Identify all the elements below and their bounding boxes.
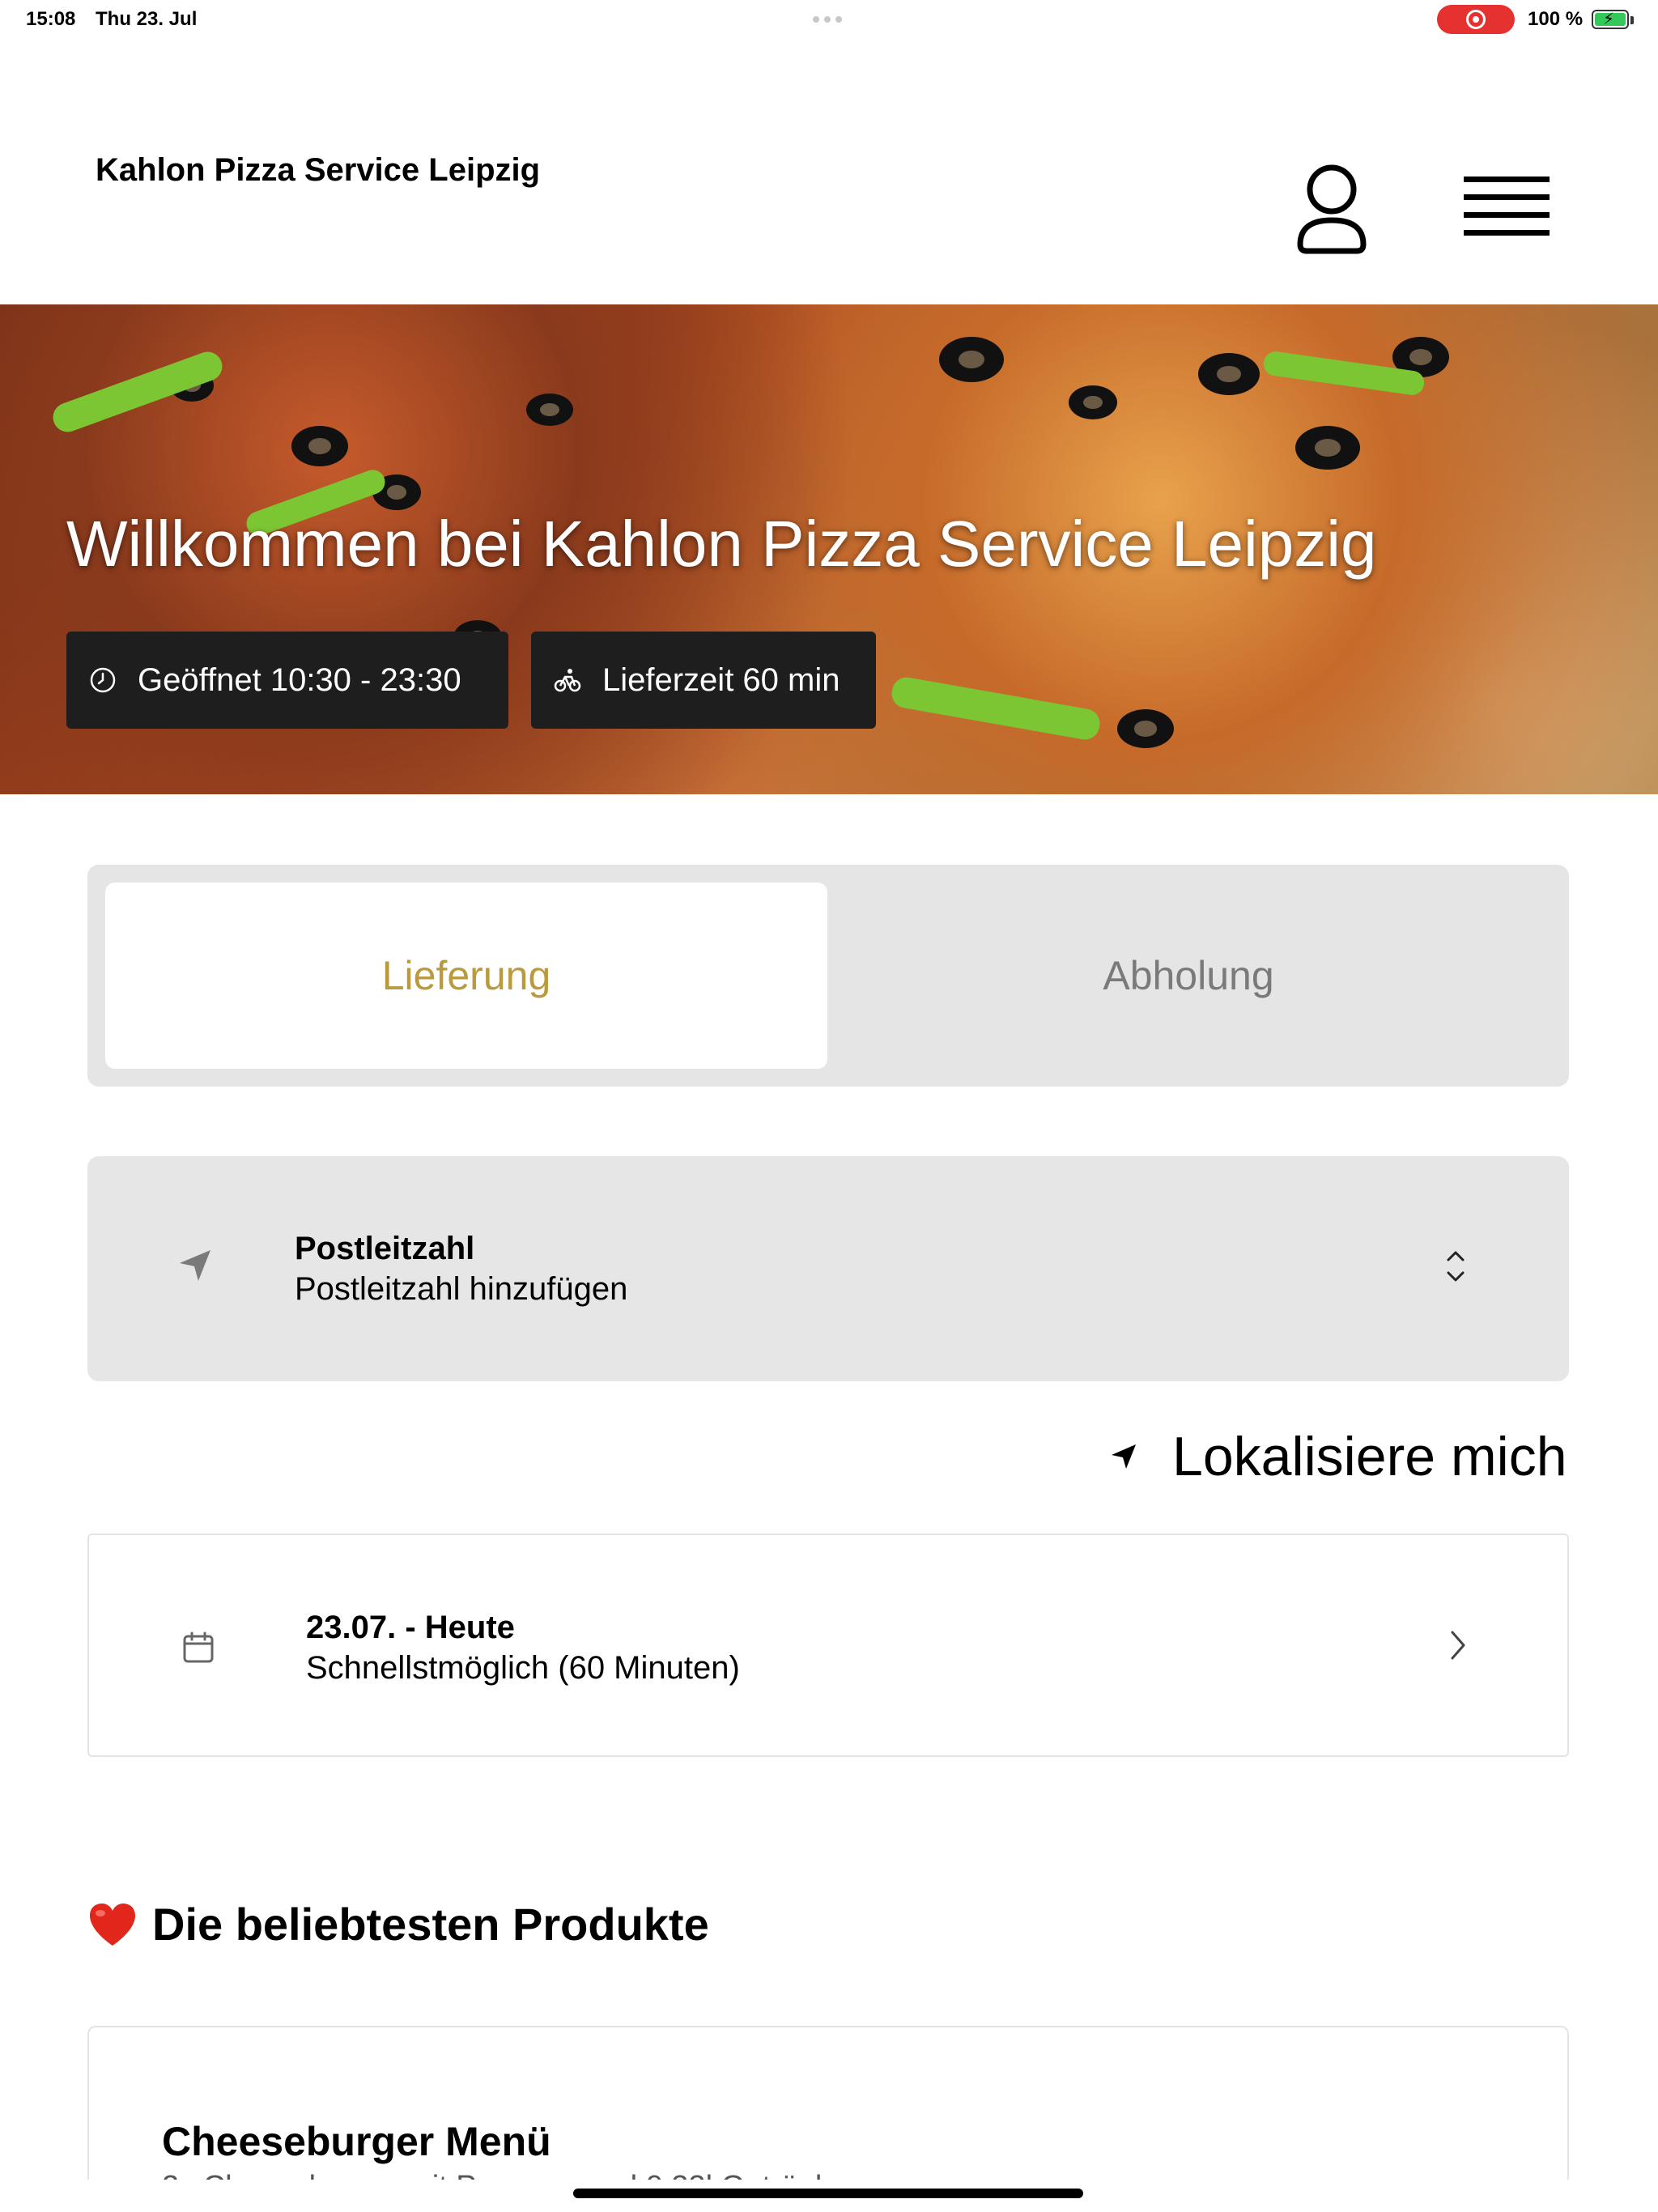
hero-decor [1069, 385, 1117, 419]
hero-decor [526, 393, 573, 426]
battery-icon: ⚡ [1592, 10, 1629, 29]
product-name: Cheeseburger Menü [162, 2119, 551, 2164]
hero-decor [889, 674, 1103, 742]
hero-title: Willkommen bei Kahlon Pizza Service Leip… [66, 508, 1377, 580]
delivery-date-selector[interactable]: 23.07. - Heute Schnellstmöglich (60 Minu… [87, 1534, 1569, 1757]
popular-products-title: Die beliebtesten Produkte [152, 1899, 709, 1950]
chevron-right-icon [1451, 1631, 1465, 1660]
hero-decor [939, 337, 1004, 382]
menu-button[interactable] [1462, 168, 1553, 246]
navigation-arrow-icon [180, 1250, 210, 1281]
calendar-icon [183, 1631, 214, 1663]
popular-products-heading: Die beliebtesten Produkte [87, 1898, 709, 1950]
hamburger-menu-icon [1464, 177, 1550, 236]
brand-title[interactable]: Kahlon Pizza Service Leipzig [96, 152, 540, 189]
tab-pickup[interactable]: Abholung [827, 883, 1550, 1069]
chevron-up-down-icon [1447, 1251, 1465, 1282]
battery-percentage: 100 % [1528, 8, 1584, 30]
hero-decor [1295, 426, 1360, 470]
order-type-tabs: Lieferung Abholung [87, 865, 1569, 1087]
delivery-date-subtitle: Schnellstmöglich (60 Minuten) [306, 1650, 740, 1686]
status-time: 15:08 [26, 8, 76, 30]
home-indicator[interactable] [573, 2189, 1083, 2198]
user-icon [1297, 164, 1367, 254]
delivery-date-title: 23.07. - Heute [306, 1610, 515, 1645]
delivery-time-text: Lieferzeit 60 min [602, 661, 840, 698]
opening-hours-text: Geöffnet 10:30 - 23:30 [138, 661, 461, 698]
hero-decor [1198, 353, 1260, 395]
multitasking-dots-icon[interactable] [813, 16, 842, 23]
postcode-placeholder: Postleitzahl hinzufügen [295, 1271, 628, 1307]
bicycle-icon [554, 669, 581, 692]
status-date: Thu 23. Jul [96, 8, 198, 30]
postcode-selector[interactable]: Postleitzahl Postleitzahl hinzufügen [87, 1156, 1569, 1381]
locate-me-button[interactable]: Lokalisiere mich [1109, 1425, 1567, 1488]
app-header: Kahlon Pizza Service Leipzig [0, 39, 1658, 304]
hero-decor [291, 426, 348, 466]
tab-delivery[interactable]: Lieferung [105, 883, 827, 1069]
status-bar: 15:08 Thu 23. Jul 100 % ⚡ [0, 0, 1658, 39]
clock-icon [90, 667, 116, 693]
locate-me-label: Lokalisiere mich [1172, 1426, 1567, 1487]
delivery-time-badge: Lieferzeit 60 min [531, 632, 876, 729]
opening-hours-badge: Geöffnet 10:30 - 23:30 [66, 632, 508, 729]
account-button[interactable] [1287, 160, 1376, 257]
battery-cap [1630, 16, 1634, 24]
heart-icon [90, 1903, 135, 1946]
screen-recording-icon[interactable] [1437, 5, 1515, 34]
navigation-arrow-icon [1112, 1444, 1136, 1469]
hero-decor [1117, 709, 1174, 748]
postcode-title: Postleitzahl [295, 1231, 475, 1266]
